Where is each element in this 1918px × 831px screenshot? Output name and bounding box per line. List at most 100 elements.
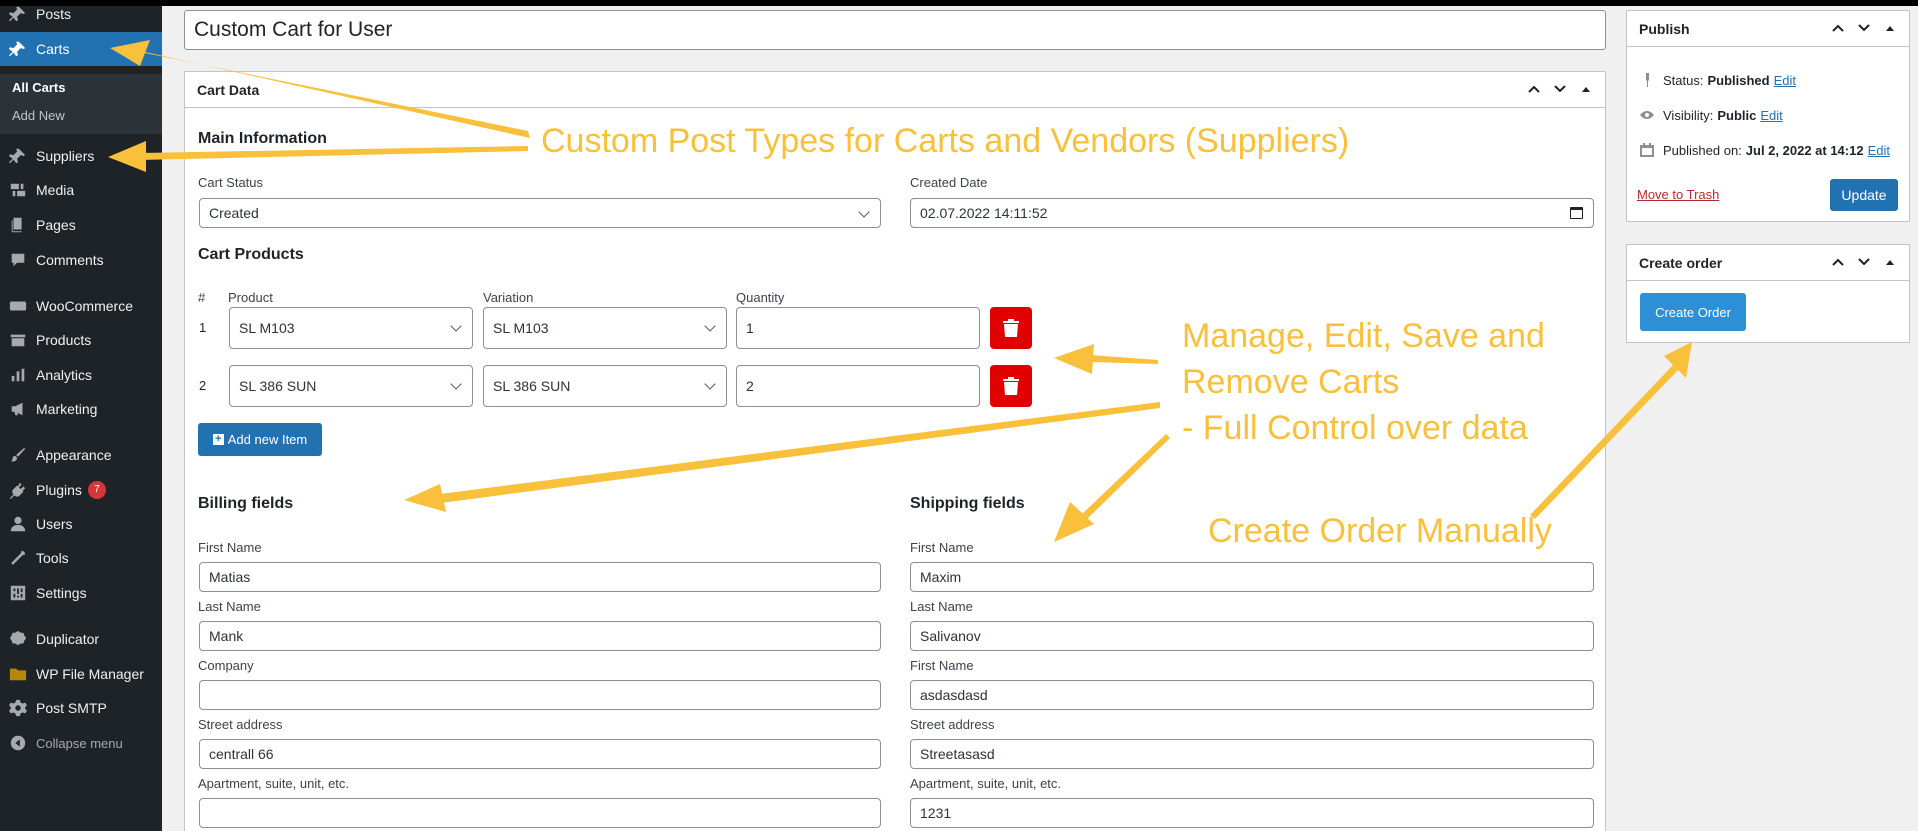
sidebar-item-tools[interactable]: Tools <box>0 541 162 575</box>
created-date-input[interactable]: 02.07.2022 14:11:52 <box>910 198 1594 228</box>
calendar-icon <box>1640 143 1654 157</box>
col-header-variation: Variation <box>483 290 534 305</box>
sidebar-item-products[interactable]: Products <box>0 323 162 357</box>
move-down-button[interactable] <box>1547 82 1573 99</box>
metabox-title: Cart Data <box>197 81 260 98</box>
delete-item-button[interactable] <box>990 365 1032 407</box>
shipping-apartment-input[interactable]: 1231 <box>910 798 1594 828</box>
move-up-button[interactable] <box>1521 82 1547 99</box>
gear-icon <box>0 699 36 717</box>
media-icon <box>0 181 36 199</box>
sidebar-item-plugins[interactable]: Plugins 7 <box>0 473 162 507</box>
add-new-item-button[interactable]: + Add new Item <box>198 423 322 456</box>
move-down-button[interactable] <box>1851 255 1877 272</box>
billing-apartment-input[interactable] <box>199 798 881 828</box>
submenu-all-carts[interactable]: All Carts <box>12 80 65 95</box>
edit-status-link[interactable]: Edit <box>1774 73 1796 88</box>
duplicator-icon <box>0 630 36 648</box>
sidebar-item-label: Posts <box>36 6 72 22</box>
product-select[interactable]: SL 386 SUN <box>229 365 473 407</box>
calendar-icon <box>1570 207 1583 219</box>
megaphone-icon <box>0 400 36 418</box>
field-value: Maxim <box>920 569 962 585</box>
sidebar-item-label: Suppliers <box>36 148 95 164</box>
sidebar-item-posts[interactable]: Posts <box>0 0 162 31</box>
move-to-trash-link[interactable]: Move to Trash <box>1637 187 1719 202</box>
submenu-add-new[interactable]: Add New <box>12 108 65 123</box>
folder-icon <box>0 665 36 683</box>
col-header-num: # <box>198 290 206 305</box>
move-up-button[interactable] <box>1825 21 1851 38</box>
triangle-up-icon <box>1886 259 1894 265</box>
sidebar-item-label: Tools <box>36 550 69 566</box>
post-title-input[interactable]: Custom Cart for User <box>184 10 1606 50</box>
sidebar-item-wp-file-manager[interactable]: WP File Manager <box>0 657 162 691</box>
shipping-apartment-label: Apartment, suite, unit, etc. <box>910 776 1062 791</box>
col-header-quantity: Quantity <box>736 290 785 305</box>
billing-apartment-label: Apartment, suite, unit, etc. <box>198 776 350 791</box>
publish-title: Publish <box>1639 20 1690 37</box>
status-value: Published <box>1707 72 1770 88</box>
edit-visibility-link[interactable]: Edit <box>1760 108 1782 123</box>
field-value: Matias <box>209 569 251 585</box>
variation-select[interactable]: SL M103 <box>483 307 727 349</box>
variation-select[interactable]: SL 386 SUN <box>483 365 727 407</box>
chevron-down-icon <box>1858 257 1870 265</box>
delete-item-button[interactable] <box>990 307 1032 349</box>
sidebar-item-settings[interactable]: Settings <box>0 576 162 610</box>
sidebar-item-media[interactable]: Media <box>0 173 162 207</box>
sidebar-item-analytics[interactable]: Analytics <box>0 358 162 392</box>
sidebar-item-appearance[interactable]: Appearance <box>0 438 162 472</box>
annotation-cpt: Custom Post Types for Carts and Vendors … <box>541 122 1350 160</box>
edit-date-link[interactable]: Edit <box>1868 143 1890 158</box>
move-up-button[interactable] <box>1825 255 1851 272</box>
sidebar-item-pages[interactable]: Pages <box>0 208 162 242</box>
admin-top-bar <box>0 0 1918 6</box>
product-value: SL 386 SUN <box>239 378 317 394</box>
sidebar-item-suppliers[interactable]: Suppliers <box>0 139 162 173</box>
visibility-value: Public <box>1717 107 1757 123</box>
published-on-value: Jul 2, 2022 at 14:12 <box>1745 142 1864 158</box>
billing-last-name-input[interactable]: Mank <box>199 621 881 651</box>
cart-status-select[interactable]: Created <box>199 198 881 228</box>
shipping-street-input[interactable]: Streetasasd <box>910 739 1594 769</box>
billing-company-input[interactable] <box>199 680 881 710</box>
sidebar-item-label: Plugins <box>36 482 82 498</box>
publish-header: Publish <box>1627 11 1909 47</box>
sidebar-item-users[interactable]: Users <box>0 507 162 541</box>
shipping-last-name-input[interactable]: Salivanov <box>910 621 1594 651</box>
sidebar-item-woocommerce[interactable]: WooCommerce <box>0 289 162 323</box>
collapse-menu-button[interactable]: Collapse menu <box>0 726 162 760</box>
sidebar-item-marketing[interactable]: Marketing <box>0 392 162 426</box>
annotation-create-order: Create Order Manually <box>1208 512 1552 550</box>
sidebar-item-duplicator[interactable]: Duplicator <box>0 622 162 656</box>
sidebar-item-post-smtp[interactable]: Post SMTP <box>0 691 162 725</box>
shipping-first-name-2-input[interactable]: asdasdasd <box>910 680 1594 710</box>
wrench-icon <box>0 549 36 567</box>
update-button[interactable]: Update <box>1830 179 1898 211</box>
shipping-first-name-input[interactable]: Maxim <box>910 562 1594 592</box>
published-on-label: Published on: <box>1663 142 1742 158</box>
toggle-panel-button[interactable] <box>1877 21 1903 38</box>
billing-street-input[interactable]: centrall 66 <box>199 739 881 769</box>
trash-icon <box>1003 377 1019 395</box>
collapse-menu-label: Collapse menu <box>36 735 123 751</box>
main-information-heading: Main Information <box>198 130 327 147</box>
sidebar-item-carts[interactable]: Carts <box>0 32 162 66</box>
quantity-value: 1 <box>746 320 754 336</box>
sidebar-item-label: Appearance <box>36 447 112 463</box>
quantity-input[interactable]: 1 <box>736 307 980 349</box>
create-order-metabox: Create order Create Order <box>1626 244 1910 343</box>
field-value: Streetasasd <box>920 746 995 762</box>
comments-icon <box>0 251 36 269</box>
toggle-panel-button[interactable] <box>1877 255 1903 272</box>
billing-first-name-input[interactable]: Matias <box>199 562 881 592</box>
toggle-panel-button[interactable] <box>1573 82 1599 99</box>
create-order-button[interactable]: Create Order <box>1640 293 1746 331</box>
field-value: Salivanov <box>920 628 981 644</box>
product-select[interactable]: SL M103 <box>229 307 473 349</box>
sidebar-item-comments[interactable]: Comments <box>0 243 162 277</box>
move-down-button[interactable] <box>1851 21 1877 38</box>
sidebar-item-label: Duplicator <box>36 631 100 647</box>
quantity-input[interactable]: 2 <box>736 365 980 407</box>
